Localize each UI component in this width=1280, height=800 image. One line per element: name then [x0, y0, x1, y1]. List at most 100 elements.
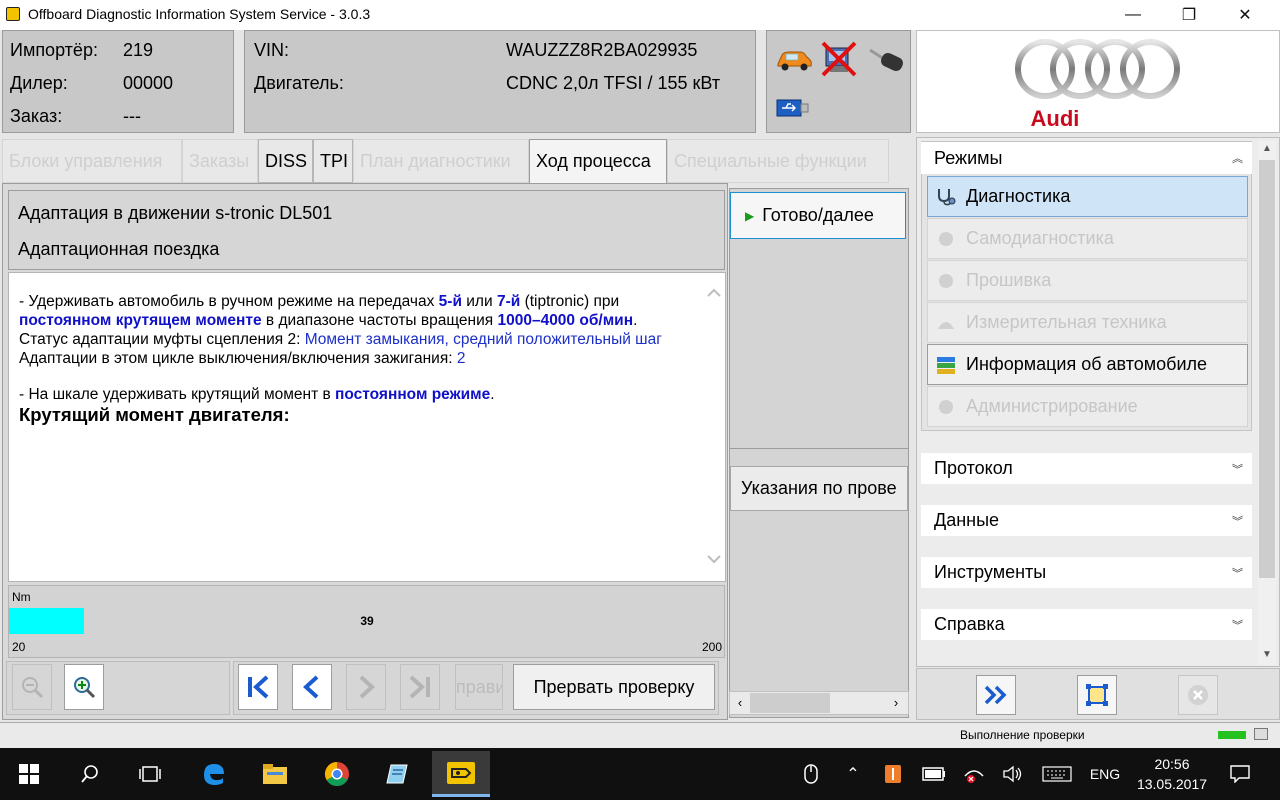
section-tools[interactable]: Инструменты ︾ [921, 557, 1252, 588]
order-value: --- [123, 106, 141, 126]
first-step-button[interactable] [238, 664, 278, 710]
status-bar [0, 722, 1280, 748]
scroll-right-icon[interactable]: › [887, 693, 905, 713]
section-protocol[interactable]: Протокол ︾ [921, 453, 1252, 484]
nav-scroll-up-icon[interactable]: ▲ [1258, 141, 1276, 157]
gear-5: 5-й [438, 293, 462, 310]
search-icon[interactable] [68, 751, 112, 797]
clock[interactable]: 20:56 13.05.2017 [1132, 754, 1212, 794]
battery-icon[interactable] [920, 760, 948, 788]
file-explorer-icon[interactable] [253, 751, 297, 797]
cancel-button[interactable] [1178, 675, 1218, 715]
window-title: Offboard Diagnostic Information System S… [28, 6, 371, 22]
key-icon [866, 44, 906, 74]
scroll-up-icon[interactable] [705, 284, 723, 302]
play-icon: ▶ [745, 208, 755, 223]
modes-title: Режимы [934, 147, 1003, 168]
show-hidden-icons-chevron-up-icon[interactable]: ⌃ [840, 760, 866, 788]
windows-start-icon[interactable] [7, 751, 51, 797]
minimize-button[interactable]: — [1110, 0, 1156, 30]
tab-tpi[interactable]: TPI [313, 139, 353, 183]
test-hints-button[interactable]: Указания по прове [730, 466, 908, 511]
adaptation-count-value: 2 [456, 350, 466, 367]
zoom-in-button[interactable] [64, 664, 104, 710]
scroll-left-icon[interactable]: ‹ [731, 693, 749, 713]
tab-special-functions[interactable]: Специальные функции [667, 139, 889, 183]
text-span: . [490, 386, 495, 403]
chevron-down-icon: ︾ [1232, 568, 1243, 580]
fast-forward-button[interactable] [976, 675, 1016, 715]
torque-heading: Крутящий момент двигателя: [19, 404, 290, 425]
ready-next-button[interactable]: ▶ Готово/далее [730, 192, 906, 239]
task-view-icon[interactable] [128, 751, 172, 797]
screenshot-button[interactable] [1077, 675, 1117, 715]
nav-scrollbar-thumb[interactable] [1259, 160, 1275, 578]
dealer-label: Дилер: [10, 73, 68, 93]
app-tray-icon[interactable] [880, 760, 906, 788]
section-label: Инструменты [934, 562, 1047, 582]
previous-step-icon [303, 675, 319, 699]
chevron-down-icon: ︾ [1232, 516, 1243, 528]
language-indicator[interactable]: ENG [1084, 760, 1126, 788]
mode-administration[interactable]: Администрирование [927, 386, 1248, 427]
maximize-button[interactable]: ❐ [1166, 0, 1212, 30]
step-subtitle: Адаптационная поездка [18, 239, 220, 259]
tab-control-units[interactable]: Блоки управления [2, 139, 182, 183]
app-icon [6, 7, 20, 21]
zoom-out-button[interactable] [12, 664, 52, 710]
scroll-down-icon[interactable] [705, 550, 723, 568]
mode-diagnostics[interactable]: Диагностика [927, 176, 1248, 217]
text-span: или [461, 293, 497, 310]
clutch-status-value: Момент замыкания, средний положительный … [304, 331, 662, 348]
abort-test-button[interactable]: Прервать проверку [513, 664, 715, 710]
volume-icon[interactable] [1000, 760, 1026, 788]
vin-value: WAUZZZ8R2BA029935 [506, 40, 698, 60]
zoom-out-icon [22, 677, 44, 699]
status-text: Выполнение проверки [960, 728, 1085, 742]
last-step-button[interactable] [400, 664, 440, 710]
touch-keyboard-mouse-icon[interactable] [798, 760, 824, 788]
modes-header[interactable]: Режимы ︽ [921, 142, 1252, 174]
text-span: в диапазоне частоты вращения [261, 312, 498, 329]
notepad-icon[interactable] [376, 751, 420, 797]
text-span: Статус адаптации муфты сцепления 2: [19, 331, 305, 348]
text-span: - На шкале удерживать крутящий момент в [19, 386, 336, 403]
mode-flashing[interactable]: Прошивка [927, 260, 1248, 301]
nav-scroll-down-icon[interactable]: ▼ [1258, 647, 1276, 663]
gear-icon [934, 227, 958, 251]
section-help[interactable]: Справка ︾ [921, 609, 1252, 640]
next-step-button[interactable] [346, 664, 386, 710]
mode-measurement[interactable]: Измерительная техника [927, 302, 1248, 343]
gauge-max: 200 [701, 640, 722, 654]
instruction-line-5: - На шкале удерживать крутящий момент в … [19, 385, 699, 404]
mode-label: Диагностика [966, 186, 1071, 206]
first-step-icon [248, 675, 269, 699]
partial-hidden-button[interactable]: прави [455, 664, 503, 710]
zoom-in-icon [74, 677, 96, 699]
network-disconnected-icon[interactable] [960, 760, 988, 788]
previous-step-button[interactable] [292, 664, 332, 710]
tab-process[interactable]: Ход процесса [529, 139, 667, 183]
close-button[interactable]: ✕ [1222, 0, 1268, 30]
keyboard-icon[interactable] [1040, 760, 1074, 788]
tab-diss[interactable]: DISS [258, 139, 313, 183]
mode-label: Самодиагностика [966, 228, 1114, 248]
mode-self-diagnostics[interactable]: Самодиагностика [927, 218, 1248, 259]
tab-diagnostic-plan[interactable]: План диагностики [353, 139, 529, 183]
odis-taskbar-button[interactable] [432, 751, 490, 797]
edge-browser-icon[interactable] [192, 751, 236, 797]
next-step-icon [359, 675, 375, 699]
engine-value: CDNC 2,0л TFSI / 155 кВт [506, 73, 721, 93]
notifications-icon[interactable] [1226, 760, 1254, 788]
mode-vehicle-info[interactable]: Информация об автомобиле [927, 344, 1248, 385]
section-label: Протокол [934, 458, 1013, 478]
last-step-icon [409, 675, 430, 699]
section-data[interactable]: Данные ︾ [921, 505, 1252, 536]
gauge-unit: Nm [12, 590, 31, 604]
progress-indicator [1218, 731, 1246, 739]
audi-rings-logo [1012, 36, 1184, 102]
text-span: - Удерживать автомобиль в ручном режиме … [19, 293, 439, 310]
chrome-icon[interactable] [315, 751, 359, 797]
scrollbar-thumb[interactable] [750, 693, 830, 713]
tab-orders[interactable]: Заказы [182, 139, 258, 183]
